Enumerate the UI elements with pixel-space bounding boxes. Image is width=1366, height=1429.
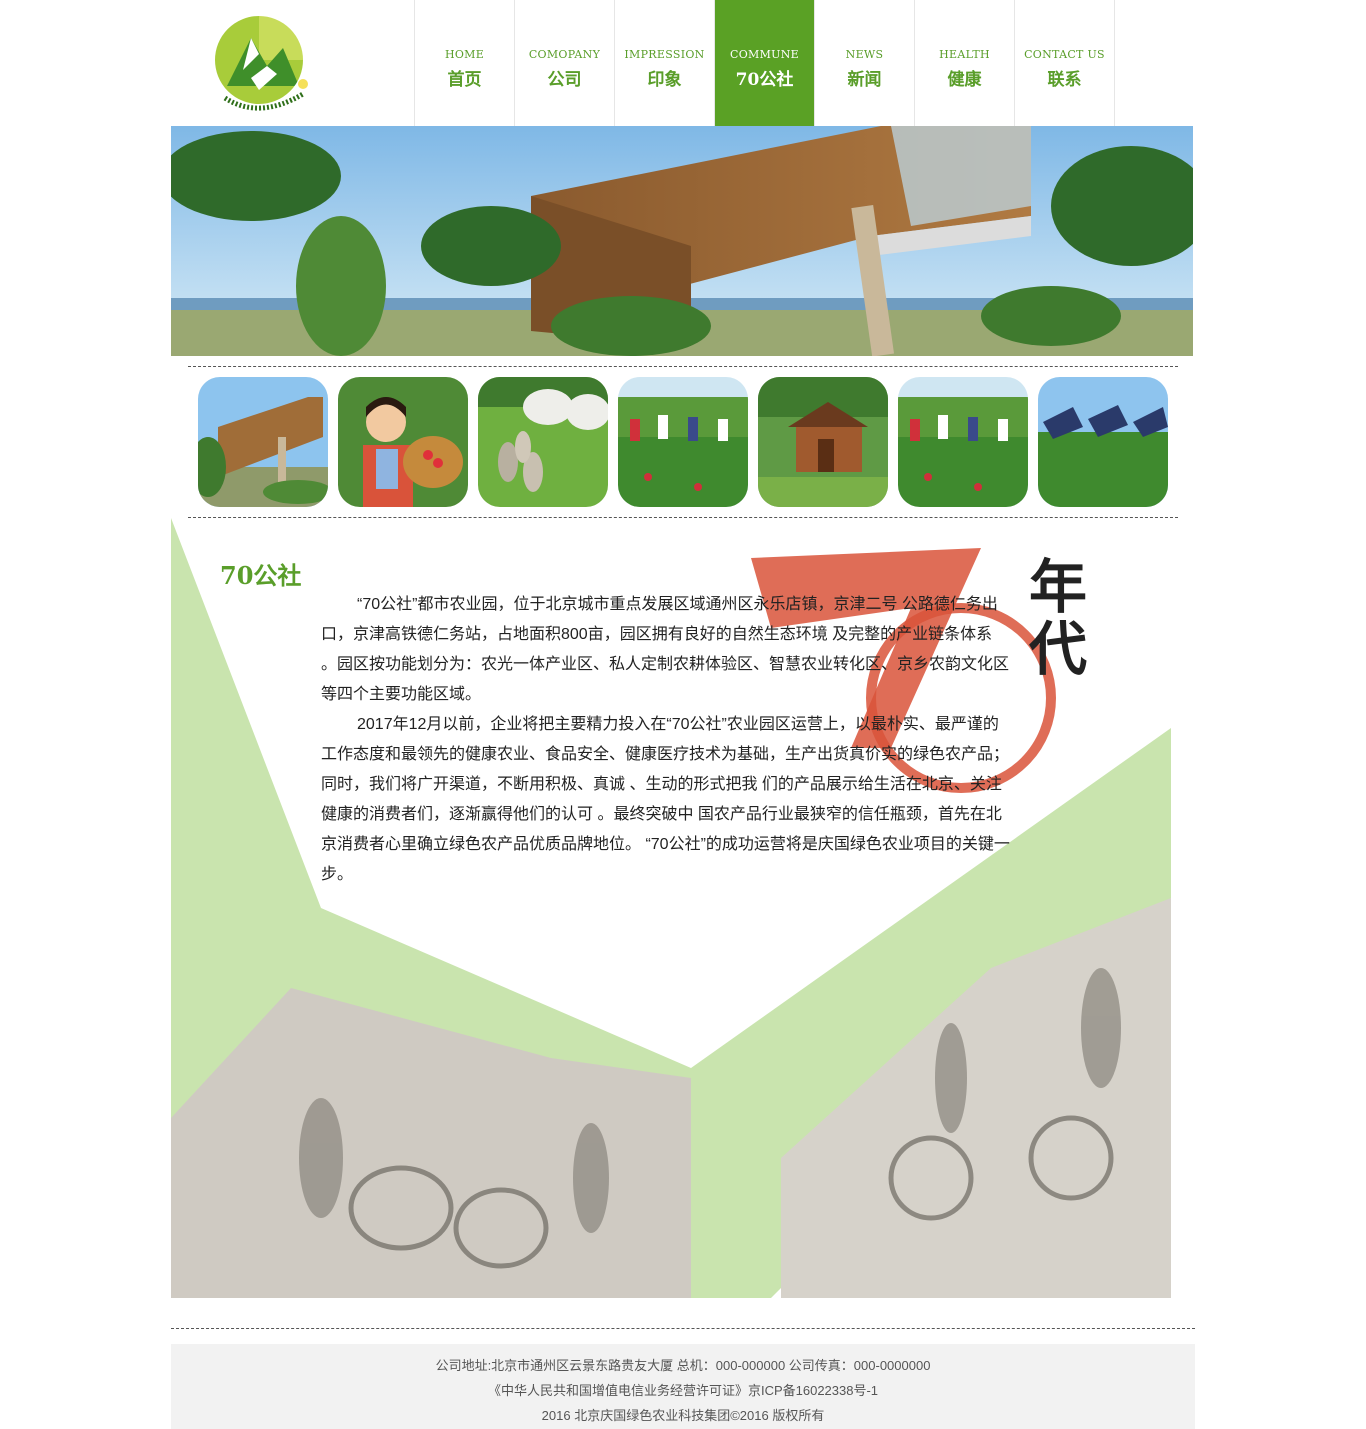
nav-health[interactable]: HEALTH 健康 <box>915 0 1015 126</box>
thumbnail-wooden-cabin[interactable] <box>758 377 888 507</box>
nav-label-en: NEWS <box>845 48 884 61</box>
article-paragraph: “70公社”都市农业园，位于北京城市重点发展区域通州区永乐店镇，京津二号 公路德… <box>321 596 1010 703</box>
article-paragraph: 2017年12月以前，企业将把主要精力投入在“70公社”农业园区运营上，以最朴实… <box>321 716 1010 883</box>
thumbnail-goats-geese[interactable] <box>478 377 608 507</box>
nav-news[interactable]: NEWS 新闻 <box>815 0 915 126</box>
page: HOME 首页 COMOPANY 公司 IMPRESSION 印象 COMMUNE 70… <box>171 0 1195 1329</box>
nav-label-cn: 健康 <box>947 70 982 90</box>
nav-label-en: HEALTH <box>939 48 990 61</box>
nav-label-en: COMMUNE <box>730 48 799 61</box>
nav-impression[interactable]: IMPRESSION 印象 <box>615 0 715 126</box>
nav-contact[interactable]: CONTACT US 联系 <box>1015 0 1115 126</box>
header: HOME 首页 COMOPANY 公司 IMPRESSION 印象 COMMUNE 70… <box>171 0 1195 126</box>
hero-banner <box>171 126 1193 356</box>
nav-commune[interactable]: COMMUNE 70公社 <box>715 0 815 126</box>
thumbnail-farm-workers[interactable] <box>618 377 748 507</box>
nav-label-cn: 联系 <box>1047 70 1082 90</box>
nav-label-cn: 新闻 <box>847 70 882 90</box>
footer: 公司地址:北京市通州区云景东路贵友大厦 总机：000-000000 公司传真：0… <box>171 1344 1195 1429</box>
divider <box>171 1328 1195 1329</box>
footer-address: 公司地址:北京市通州区云景东路贵友大厦 总机：000-000000 公司传真：0… <box>435 1358 931 1373</box>
thumbnail-strip <box>198 377 1168 507</box>
thumbnail-child-basket[interactable] <box>338 377 468 507</box>
section-title: 70公社 <box>220 561 302 590</box>
decor-years-text: 年代 <box>1029 553 1088 683</box>
nav-label-cn: 印象 <box>647 70 682 90</box>
nav-label-cn: 公司 <box>547 70 582 90</box>
footer-copyright: 2016 北京庆国绿色农业科技集团©2016 版权所有 <box>541 1408 825 1423</box>
nav-company[interactable]: COMOPANY 公司 <box>515 0 615 126</box>
divider <box>188 366 1178 367</box>
content-section: 年代 70公社 “70公社”都市农业园，位于北京城市重点发展区域通州区永乐店镇，… <box>171 518 1171 1298</box>
nav-label-en: COMOPANY <box>528 48 601 61</box>
banner-building-image <box>171 126 1193 356</box>
nav-label-cn: 70公社 <box>735 70 794 90</box>
footer-license: 《中华人民共和国增值电信业务经营许可证》京ICP备16022338号-1 <box>487 1383 879 1398</box>
company-logo[interactable] <box>207 8 319 120</box>
nav-label-en: IMPRESSION <box>624 48 705 61</box>
nav-label-cn: 首页 <box>447 70 482 90</box>
thumbnail-farm-workers-2[interactable] <box>898 377 1028 507</box>
nav-label-en: HOME <box>444 48 485 61</box>
main-nav: HOME 首页 COMOPANY 公司 IMPRESSION 印象 COMMUNE 70… <box>414 0 1115 126</box>
thumbnail-solar-panels[interactable] <box>1038 377 1168 507</box>
nav-label-en: CONTACT US <box>1024 48 1105 61</box>
thumbnail-building[interactable] <box>198 377 328 507</box>
article-body: “70公社”都市农业园，位于北京城市重点发展区域通州区永乐店镇，京津二号 公路德… <box>321 590 1011 890</box>
nav-home[interactable]: HOME 首页 <box>415 0 515 126</box>
